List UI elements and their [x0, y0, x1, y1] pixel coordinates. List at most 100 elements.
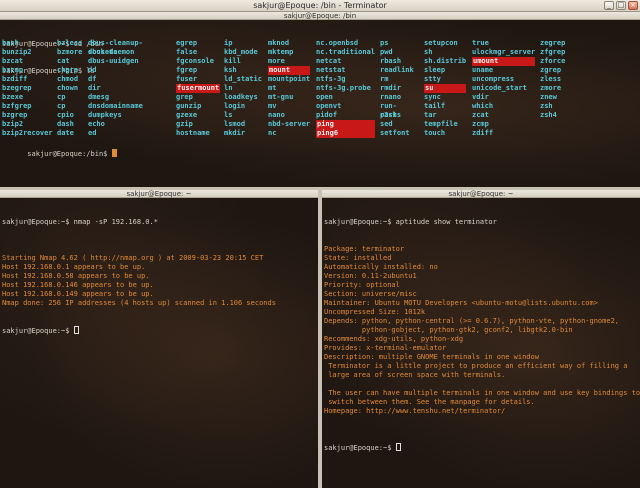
ls-column: zegrep zfgrep zforce zgrep zless zmore znew zsh…	[540, 39, 565, 120]
ls-entry: zfgrep	[540, 48, 566, 56]
ls-entry: sleep	[424, 66, 446, 74]
ls-column: setupcon sh sh.distrib sleep stty su sync tailf…	[424, 39, 467, 138]
ls-entry: which	[472, 102, 494, 110]
ls-entry: zegrep	[540, 39, 566, 47]
terminal-pane-bottom-left[interactable]: sakjur@Epoque: ~ sakjur@Epoque:~$ nmap -…	[0, 190, 318, 488]
ls-entry: tar	[424, 111, 437, 119]
ls-entry: df	[88, 75, 97, 83]
pane-title: sakjur@Epoque: /bin	[0, 12, 640, 20]
output-line: Provides: x-terminal-emulator	[324, 344, 447, 352]
ls-entry: ls	[224, 111, 233, 119]
ls-entry: nbd-server	[268, 120, 311, 128]
ls-entry: ln	[224, 84, 233, 92]
ls-entry: cp	[57, 102, 66, 110]
command-line: sakjur@Epoque:~$ nmap -sP 192.168.0.*	[2, 218, 158, 226]
ls-entry: mknod	[268, 39, 290, 47]
terminal-pane-top[interactable]: sakjur@Epoque: /bin sakjur@Epoque:~$ cd …	[0, 12, 640, 187]
shell-prompt: sakjur@Epoque:~$	[324, 444, 396, 452]
ls-entry: tempfile	[424, 120, 458, 128]
ls-entry: bzdiff	[2, 75, 28, 83]
ls-entry: nc.traditional	[316, 48, 376, 56]
ls-entry: netcat	[316, 57, 342, 65]
ls-entry: bzcat	[2, 57, 24, 65]
ls-column: bash bunzip2 bzcat bzcmp bzdiff bzegrep bzexe b…	[2, 39, 53, 138]
ls-entry: ksh	[224, 66, 237, 74]
ls-entry: zgrep	[540, 66, 562, 74]
ls-entry: bunzip2	[2, 48, 32, 56]
ls-entry: zcmp	[472, 120, 489, 128]
output-line: Starting Nmap 4.62 ( http://nmap.org ) a…	[2, 254, 264, 262]
ls-entry: ping6	[316, 129, 376, 138]
ls-entry: ip	[224, 39, 233, 47]
output-line: Uncompressed Size: 1012k	[324, 308, 426, 316]
close-button[interactable]: ×	[628, 1, 638, 10]
ls-entry: dash	[57, 120, 74, 128]
ls-entry: dbus-uuidgen	[88, 57, 139, 65]
ls-entry: uncompress	[472, 75, 515, 83]
output-line: Host 192.168.0.58 appears to be up.	[2, 272, 150, 280]
ls-entry: vdir	[472, 93, 489, 101]
ls-entry: netstat	[316, 66, 346, 74]
ls-entry: bash	[2, 39, 19, 47]
output-line: Package: terminator	[324, 245, 405, 253]
window-titlebar[interactable]: sakjur@Epoque: /bin - Terminator _ □ ×	[0, 0, 640, 12]
ls-entry: sync	[424, 93, 441, 101]
command-line: sakjur@Epoque:~$ aptitude show terminato…	[324, 218, 497, 226]
ls-entry: cat	[57, 57, 70, 65]
ls-entry: dnsdomainname	[88, 102, 143, 110]
ls-entry: nc	[268, 129, 277, 137]
ls-column: egrep false fgconsole fgrep fuser fusermount g…	[176, 39, 221, 138]
ls-entry: mktemp	[268, 48, 294, 56]
ls-entry: false	[176, 48, 198, 56]
output-line: Host 192.168.0.146 appears to be up.	[2, 281, 154, 289]
ls-entry: bzexe	[2, 93, 24, 101]
output-line: Host 192.168.0.1 appears to be up.	[2, 263, 146, 271]
ls-entry: gzexe	[176, 111, 198, 119]
ls-entry: cp	[57, 93, 66, 101]
ls-entry: dmesg	[88, 93, 110, 101]
ls-entry: zmore	[540, 84, 562, 92]
output-line: State: installed	[324, 254, 392, 262]
ls-entry: rbash	[380, 57, 402, 65]
terminal-pane-bottom-right[interactable]: sakjur@Epoque: ~ sakjur@Epoque:~$ aptitu…	[322, 190, 640, 488]
ls-entry: dd	[88, 66, 97, 74]
ls-entry: gunzip	[176, 102, 202, 110]
ls-entry: bzmore	[57, 48, 83, 56]
output-line: large area of screen space with terminal…	[324, 371, 506, 379]
output-line: The user can have multiple terminals in …	[324, 389, 640, 397]
ls-entry: chmod	[57, 75, 79, 83]
ls-entry: rm	[380, 75, 389, 83]
ls-entry: dbus-cleanup-sockets	[88, 39, 143, 56]
ls-entry: cpio	[57, 111, 74, 119]
minimize-button[interactable]: _	[604, 1, 614, 10]
ls-entry: login	[224, 102, 246, 110]
ls-entry: date	[57, 129, 74, 137]
pane-title: sakjur@Epoque: ~	[0, 190, 318, 198]
ls-entry: nc.openbsd	[316, 39, 359, 47]
output-line: Host 192.168.0.149 appears to be up.	[2, 290, 154, 298]
ls-entry: tailf	[424, 102, 446, 110]
ls-column: ps pwd rbash readlink rm rmdir rnano run-parts r…	[380, 39, 414, 138]
ls-entry: chown	[57, 84, 79, 92]
ls-entry: sh.distrib	[424, 57, 467, 65]
ls-column: true ulockmgr_server umount uname uncompress…	[472, 39, 536, 138]
ls-entry: dumpkeys	[88, 111, 122, 119]
ls-column: ip kbd_mode kill ksh ld_static ln loadkeys logi…	[224, 39, 262, 138]
ls-entry: setfont	[380, 129, 410, 137]
shell-prompt: sakjur@Epoque:~$	[2, 327, 74, 335]
window-controls: _ □ ×	[604, 1, 638, 10]
ls-entry: bzfgrep	[2, 102, 32, 110]
ls-entry: ld_static	[224, 75, 262, 83]
ls-entry: unicode_start	[472, 84, 527, 92]
maximize-button[interactable]: □	[616, 1, 626, 10]
ls-entry: bzcmp	[2, 66, 24, 74]
terminator-window: sakjur@Epoque: /bin - Terminator _ □ × s…	[0, 0, 640, 488]
ls-entry: bzip2	[2, 120, 24, 128]
ls-entry: true	[472, 39, 489, 47]
ls-entry: ed	[88, 129, 97, 137]
ls-entry: mkdir	[224, 129, 246, 137]
ls-entry: dir	[88, 84, 101, 92]
ls-entry: mt-gnu	[268, 93, 294, 101]
ls-column: mknod mktemp more mount mountpoint mt mt-gnu mv…	[268, 39, 311, 138]
ls-entry: fusermount	[176, 84, 221, 93]
